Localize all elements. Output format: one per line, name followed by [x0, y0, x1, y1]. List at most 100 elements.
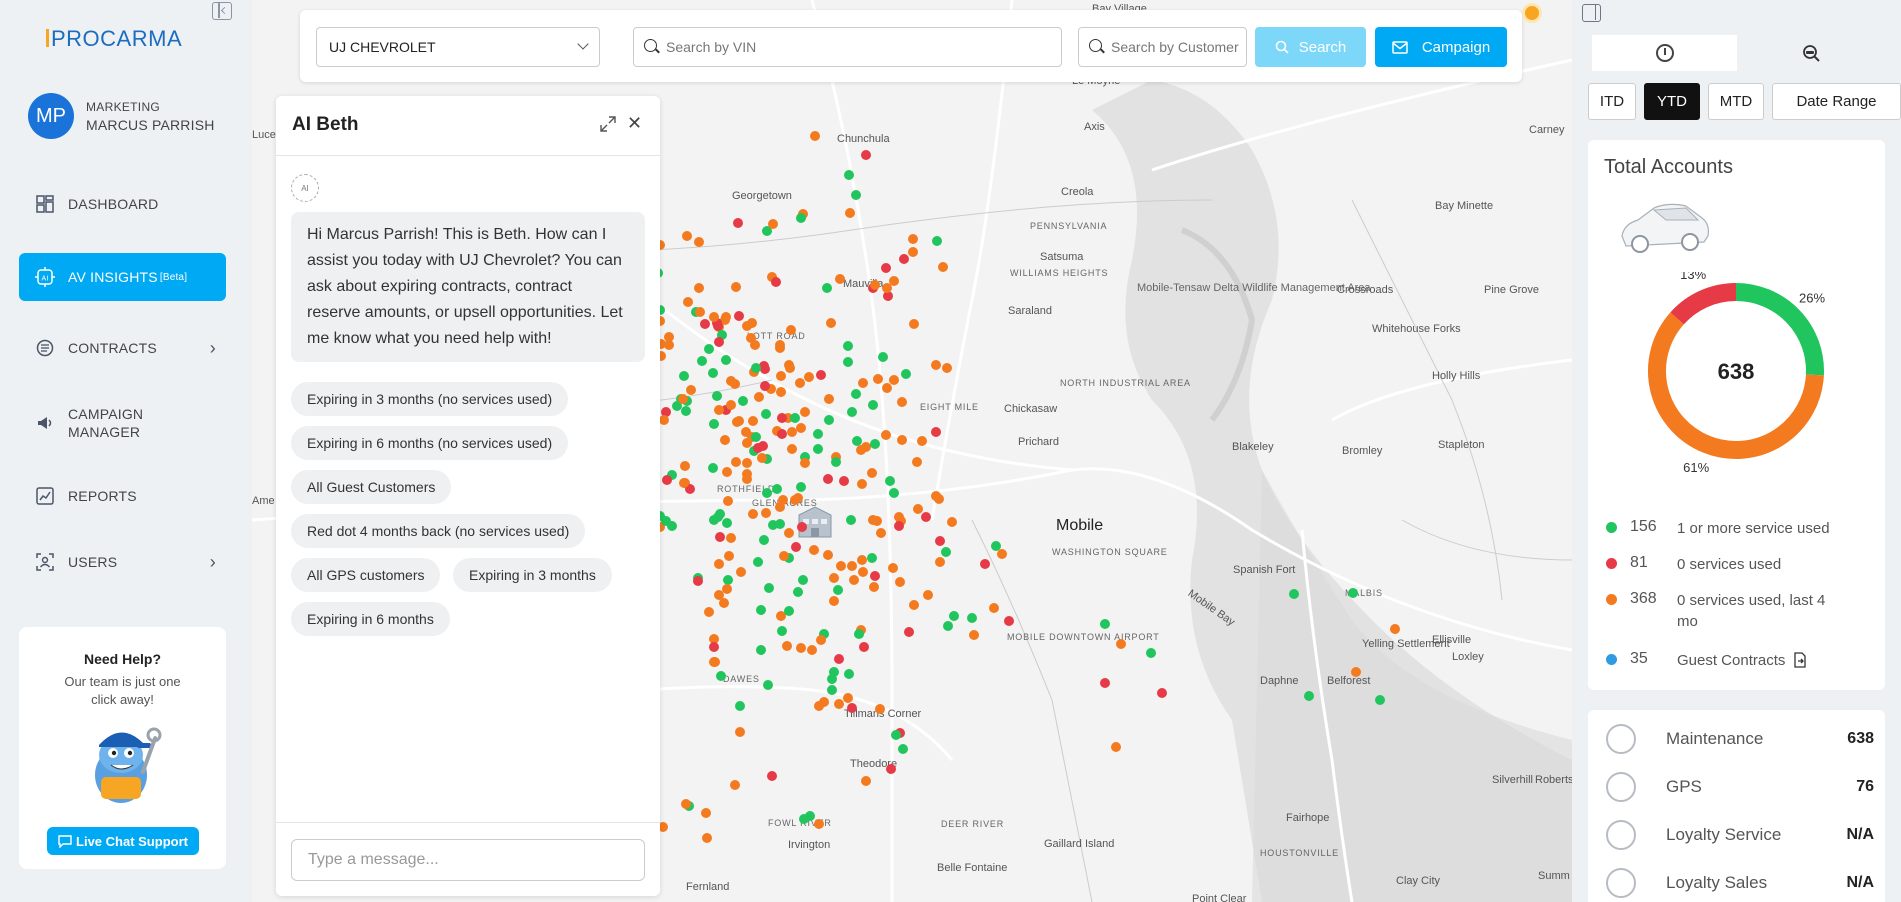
customer-dot[interactable]: [694, 306, 705, 317]
customer-dot[interactable]: [753, 556, 764, 567]
customer-dot[interactable]: [776, 625, 787, 636]
dealer-select[interactable]: UJ CHEVROLET: [316, 27, 600, 67]
customer-dot[interactable]: [735, 566, 746, 577]
customer-dot[interactable]: [885, 764, 896, 775]
customer-dot[interactable]: [850, 389, 861, 399]
campaign-button[interactable]: Campaign: [1375, 27, 1507, 67]
customer-dot[interactable]: [776, 428, 787, 439]
customer-dot[interactable]: [823, 473, 834, 484]
customer-dot[interactable]: [869, 438, 880, 449]
customer-dot[interactable]: [753, 392, 764, 403]
legend-row[interactable]: 156 1 or more service used: [1606, 518, 1876, 539]
customer-dot[interactable]: [713, 336, 724, 347]
legend-row[interactable]: 35 Guest Contracts: [1606, 650, 1876, 671]
customer-dot[interactable]: [849, 574, 860, 585]
customer-dot[interactable]: [712, 390, 723, 401]
customer-dot[interactable]: [833, 654, 844, 665]
legend-row[interactable]: 81 0 services used: [1606, 554, 1876, 575]
customer-dot[interactable]: [857, 566, 868, 577]
user-profile[interactable]: MP MARKETING MARCUS PARRISH: [28, 93, 215, 139]
customer-dot[interactable]: [867, 399, 878, 410]
customer-dot[interactable]: [699, 318, 710, 329]
customer-dot[interactable]: [783, 606, 794, 617]
customer-dot[interactable]: [775, 386, 786, 397]
customer-dot[interactable]: [844, 207, 855, 218]
suggestion-chip[interactable]: Expiring in 6 months (no services used): [291, 426, 569, 460]
customer-dot[interactable]: [878, 351, 889, 362]
expand-icon[interactable]: [600, 116, 616, 132]
range-ytd-button[interactable]: YTD: [1644, 83, 1700, 120]
customer-dot[interactable]: [833, 698, 844, 709]
customer-dot[interactable]: [763, 583, 774, 594]
customer-dot[interactable]: [930, 426, 941, 437]
customer-dot[interactable]: [693, 283, 704, 293]
customer-dot[interactable]: [730, 456, 741, 467]
customer-dot[interactable]: [760, 508, 771, 519]
customer-dot[interactable]: [778, 550, 789, 561]
customer-dot[interactable]: [709, 311, 720, 322]
customer-dot[interactable]: [679, 477, 690, 488]
customer-dot[interactable]: [809, 130, 820, 141]
customer-dot[interactable]: [734, 726, 745, 737]
range-mtd-button[interactable]: MTD: [1708, 83, 1764, 120]
customer-dot[interactable]: [735, 700, 746, 711]
donut-segment[interactable]: [1648, 312, 1824, 459]
customer-dot[interactable]: [795, 213, 806, 224]
service-row-gps[interactable]: GPS 76: [1604, 767, 1874, 807]
customer-dot[interactable]: [770, 276, 781, 287]
customer-dot[interactable]: [872, 373, 883, 384]
customer-dot[interactable]: [720, 355, 731, 366]
customer-dot[interactable]: [843, 692, 854, 703]
customer-dot[interactable]: [774, 518, 785, 529]
customer-dot[interactable]: [726, 375, 737, 386]
sidebar-item-contracts[interactable]: CONTRACTS ›: [19, 324, 226, 372]
tab-dashboard[interactable]: [1592, 35, 1737, 71]
customer-dot[interactable]: [857, 478, 868, 489]
suggestion-chip[interactable]: All Guest Customers: [291, 470, 452, 504]
customer-dot[interactable]: [679, 461, 690, 472]
search-button[interactable]: Search: [1255, 27, 1366, 67]
suggestion-chip[interactable]: Expiring in 3 months: [453, 558, 612, 592]
customer-dot[interactable]: [725, 532, 736, 543]
customer-dot[interactable]: [1347, 587, 1358, 598]
customer-dot[interactable]: [747, 508, 758, 519]
suggestion-chip[interactable]: Red dot 4 months back (no services used): [291, 514, 586, 548]
customer-dot[interactable]: [930, 491, 941, 502]
customer-dot[interactable]: [713, 589, 724, 600]
customer-dot[interactable]: [750, 431, 761, 442]
customer-dot[interactable]: [678, 371, 689, 382]
suggestion-chip[interactable]: Expiring in 3 months (no services used): [291, 382, 569, 416]
service-row-loyalty-service[interactable]: Loyalty Service N/A: [1604, 815, 1874, 855]
customer-dot[interactable]: [842, 356, 853, 367]
vin-search-input[interactable]: Search by VIN: [633, 27, 1062, 67]
customer-dot[interactable]: [843, 170, 854, 181]
sidebar-item-av-insights[interactable]: AI AV INSIGHTS [Beta]: [19, 253, 226, 301]
customer-dot[interactable]: [775, 371, 786, 382]
customer-dot[interactable]: [686, 384, 697, 395]
customer-dot[interactable]: [787, 443, 798, 454]
customer-dot[interactable]: [794, 377, 805, 388]
date-range-button[interactable]: Date Range: [1772, 83, 1901, 120]
customer-dot[interactable]: [677, 393, 688, 404]
customer-dot[interactable]: [697, 355, 708, 366]
customer-dot[interactable]: [940, 546, 951, 557]
customer-dot[interactable]: [947, 516, 958, 527]
customer-dot[interactable]: [681, 798, 692, 809]
customer-dot[interactable]: [934, 556, 945, 567]
customer-dot[interactable]: [796, 642, 807, 653]
collapse-panel-icon[interactable]: [1582, 4, 1601, 22]
customer-dot[interactable]: [682, 296, 693, 307]
customer-dot[interactable]: [799, 406, 810, 417]
range-itd-button[interactable]: ITD: [1588, 83, 1636, 120]
customer-dot[interactable]: [1303, 690, 1314, 701]
customer-dot[interactable]: [733, 311, 744, 322]
service-row-loyalty-sales[interactable]: Loyalty Sales N/A: [1604, 863, 1874, 902]
customer-dot[interactable]: [854, 628, 865, 639]
customer-dot[interactable]: [709, 657, 720, 668]
customer-dot[interactable]: [721, 517, 732, 528]
customer-dot[interactable]: [908, 600, 919, 611]
customer-dot[interactable]: [847, 702, 858, 713]
customer-dot[interactable]: [716, 670, 727, 681]
customer-dot[interactable]: [774, 342, 785, 353]
customer-dot[interactable]: [806, 644, 817, 655]
